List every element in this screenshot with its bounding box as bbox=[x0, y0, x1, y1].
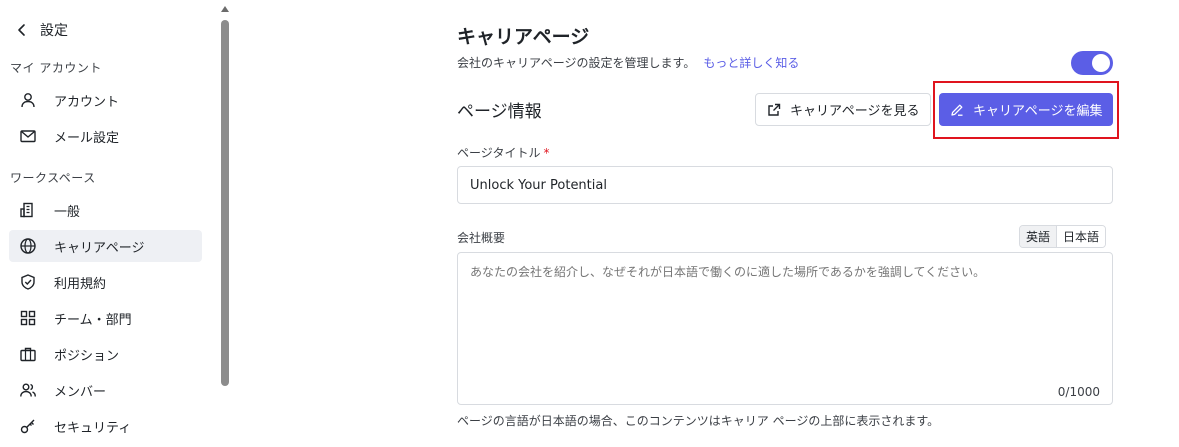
section-label-my-account: マイ アカウント bbox=[10, 61, 102, 75]
company-overview-label: 会社概要 bbox=[457, 231, 506, 245]
briefcase-icon bbox=[19, 345, 37, 363]
globe-icon bbox=[19, 237, 37, 255]
sidebar-item-career-page[interactable]: キャリアページ bbox=[9, 230, 202, 262]
sidebar-item-label: メンバー bbox=[54, 384, 107, 400]
sidebar-item-terms[interactable]: 利用規約 bbox=[9, 266, 202, 298]
sidebar-item-label: キャリアページ bbox=[54, 240, 145, 256]
shield-icon bbox=[19, 273, 37, 291]
overview-help-text: ページの言語が日本語の場合、このコンテンツはキャリア ページの上部に表示されます… bbox=[457, 414, 940, 428]
sidebar-item-general[interactable]: 一般 bbox=[9, 194, 202, 226]
sidebar-item-security[interactable]: セキュリティ bbox=[9, 410, 202, 442]
sidebar-item-teams[interactable]: チーム・部門 bbox=[9, 302, 202, 334]
description-text: 会社のキャリアページの設定を管理します。 bbox=[457, 56, 696, 70]
sidebar-item-label: アカウント bbox=[54, 94, 120, 110]
sidebar-item-label: 利用規約 bbox=[54, 276, 107, 292]
section-label-workspace: ワークスペース bbox=[10, 171, 96, 185]
grid-icon bbox=[19, 309, 37, 327]
career-page-toggle[interactable] bbox=[1071, 51, 1113, 75]
settings-sidebar: 設定 マイ アカウント アカウント メール設定 ワークスペース 一般 キャリアペ… bbox=[0, 0, 232, 447]
sidebar-item-label: 一般 bbox=[54, 204, 81, 220]
edit-career-page-button[interactable]: キャリアページを編集 bbox=[939, 93, 1113, 126]
view-button-label: キャリアページを見る bbox=[790, 104, 920, 119]
sidebar-item-account[interactable]: アカウント bbox=[9, 84, 202, 116]
sidebar-item-members[interactable]: メンバー bbox=[9, 374, 202, 406]
scrollbar-thumb[interactable] bbox=[221, 20, 229, 386]
sidebar-title: 設定 bbox=[40, 23, 68, 39]
view-career-page-button[interactable]: キャリアページを見る bbox=[755, 93, 931, 126]
lang-option-english[interactable]: 英語 bbox=[1020, 226, 1058, 247]
edit-button-label: キャリアページを編集 bbox=[973, 104, 1103, 119]
pencil-icon bbox=[949, 102, 965, 118]
sidebar-item-label: ポジション bbox=[54, 348, 120, 364]
user-icon bbox=[19, 91, 37, 109]
section-title-page-info: ページ情報 bbox=[457, 102, 542, 122]
language-switch: 英語 日本語 bbox=[1019, 225, 1107, 248]
back-to-settings[interactable]: 設定 bbox=[14, 19, 68, 41]
page-title: キャリアページ bbox=[457, 26, 590, 48]
page-title-label: ページタイトル * bbox=[457, 144, 550, 161]
page-title-input[interactable] bbox=[457, 166, 1113, 204]
company-overview-textarea[interactable] bbox=[457, 252, 1113, 405]
required-mark: * bbox=[543, 146, 550, 160]
sidebar-item-label: チーム・部門 bbox=[54, 312, 132, 328]
toggle-knob bbox=[1092, 54, 1110, 72]
page-description: 会社のキャリアページの設定を管理します。 もっと詳しく知る bbox=[457, 54, 799, 71]
users-icon bbox=[19, 381, 37, 399]
chevron-left-icon bbox=[14, 22, 30, 38]
sidebar-item-label: セキュリティ bbox=[54, 420, 132, 436]
building-icon bbox=[19, 201, 37, 219]
learn-more-link[interactable]: もっと詳しく知る bbox=[703, 56, 799, 70]
sidebar-item-label: メール設定 bbox=[54, 130, 120, 146]
external-link-icon bbox=[766, 102, 782, 118]
sidebar-item-mail-settings[interactable]: メール設定 bbox=[9, 120, 202, 152]
scroll-up-arrow-icon[interactable] bbox=[221, 6, 229, 12]
sidebar-item-positions[interactable]: ポジション bbox=[9, 338, 202, 370]
lang-option-japanese[interactable]: 日本語 bbox=[1057, 226, 1106, 247]
key-icon bbox=[19, 417, 37, 435]
page-title-label-text: ページタイトル bbox=[457, 146, 541, 160]
mail-icon bbox=[19, 127, 37, 145]
character-counter: 0/1000 bbox=[1057, 385, 1100, 399]
